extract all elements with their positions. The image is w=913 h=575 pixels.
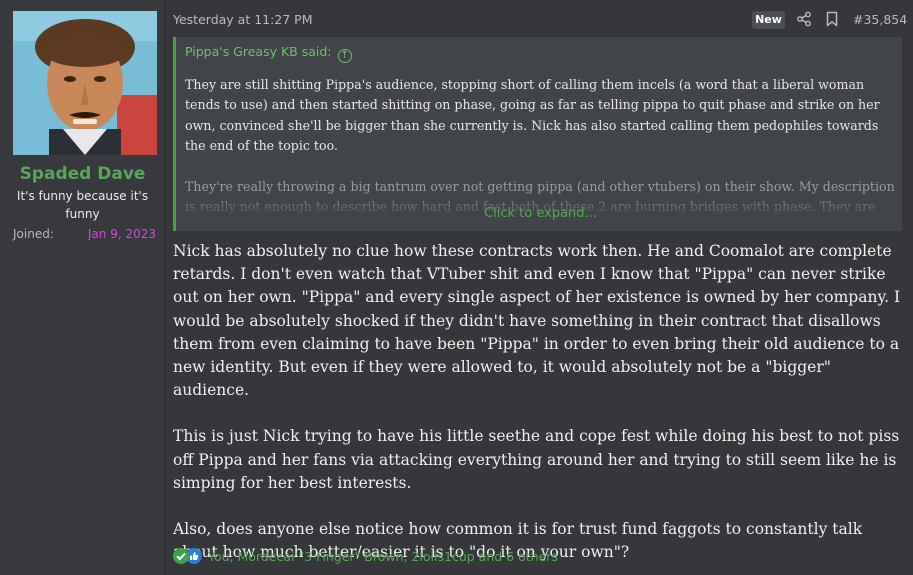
joined-label: Joined: xyxy=(13,227,54,241)
new-badge: New xyxy=(752,11,785,29)
user-title: It's funny because it's funny xyxy=(16,189,149,221)
user-sidebar: Spaded Dave It's funny because it's funn… xyxy=(0,0,165,575)
avatar-image xyxy=(13,11,157,155)
username[interactable]: Spaded Dave xyxy=(0,164,165,184)
post-paragraph: Nick has absolutely no clue how these co… xyxy=(173,242,901,400)
reactions-bar[interactable]: You, Mordecai "3 Finger" Brown, 2lolis1c… xyxy=(173,547,558,565)
post-header: Yesterday at 11:27 PM New #35,854 xyxy=(165,0,913,36)
post-body: Nick has absolutely no clue how these co… xyxy=(173,240,908,575)
jump-to-quote-icon[interactable]: ↑ xyxy=(337,49,352,63)
quote-paragraph: They are still shitting Pippa's audience… xyxy=(185,77,880,154)
quote-author[interactable]: Pippa's Greasy KB said: xyxy=(185,44,332,59)
post-number[interactable]: #35,854 xyxy=(853,12,907,27)
check-reaction-icon xyxy=(173,548,189,564)
quote-header[interactable]: Pippa's Greasy KB said: ↑ xyxy=(185,44,352,63)
post-main: Yesterday at 11:27 PM New #35,854 Pippa'… xyxy=(165,0,913,575)
post-timestamp[interactable]: Yesterday at 11:27 PM xyxy=(173,12,313,27)
joined-date: Jan 9, 2023 xyxy=(87,227,156,241)
forum-post: Spaded Dave It's funny because it's funn… xyxy=(0,0,913,575)
quote-block: Pippa's Greasy KB said: ↑ They are still … xyxy=(173,37,902,231)
post-paragraph: This is just Nick trying to have his lit… xyxy=(173,427,900,492)
reactions-list[interactable]: You, Mordecai "3 Finger" Brown, 2lolis1c… xyxy=(208,549,558,564)
avatar[interactable] xyxy=(13,11,157,155)
bookmark-icon[interactable] xyxy=(825,11,839,27)
share-icon[interactable] xyxy=(796,11,812,27)
click-to-expand[interactable]: Click to expand... xyxy=(176,206,902,221)
